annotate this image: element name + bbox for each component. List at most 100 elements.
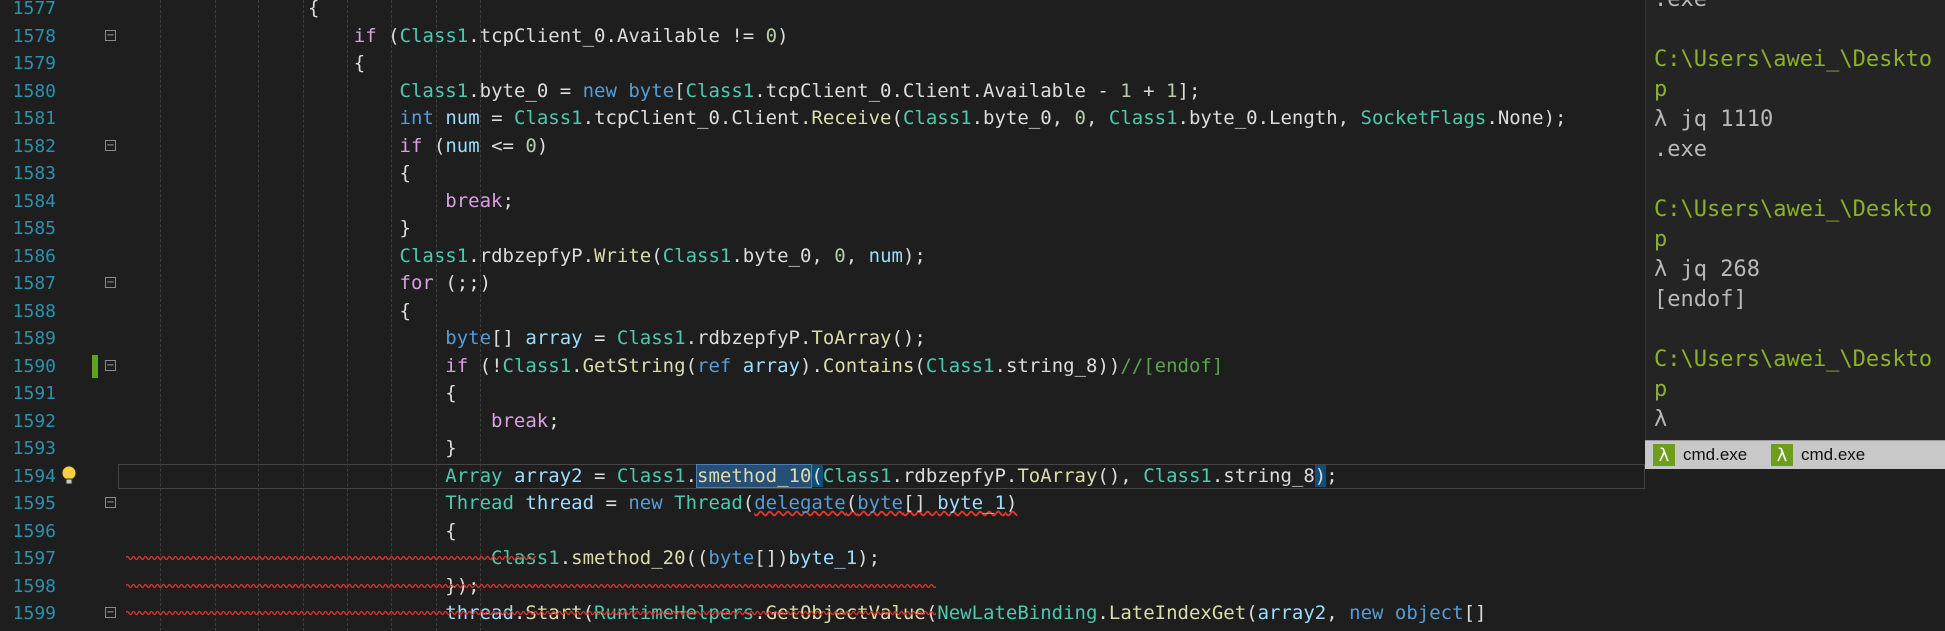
- code-token: .string_8: [1211, 464, 1315, 487]
- code-token: object: [1394, 602, 1464, 624]
- code-token: Array: [445, 464, 503, 487]
- indent-guide: [160, 0, 161, 631]
- line-number: 1591: [12, 383, 56, 404]
- code-text[interactable]: }: [125, 215, 411, 242]
- collapse-icon[interactable]: −: [105, 607, 116, 618]
- code-token: ;: [548, 409, 560, 432]
- code-token: array: [525, 327, 583, 349]
- code-token: byte: [708, 547, 755, 569]
- code-token: .rdbzepfyP.: [685, 327, 812, 349]
- line-number: 1599: [12, 603, 56, 624]
- code-token: int: [399, 107, 434, 129]
- code-token: .byte_0 =: [468, 79, 583, 102]
- terminal-path-line: C:\Users\awei_\Deskto: [1654, 197, 1933, 222]
- code-token: (: [891, 107, 903, 129]
- terminal-path-line: p: [1654, 77, 1668, 102]
- code-token: .: [605, 24, 617, 47]
- code-text[interactable]: {: [125, 160, 411, 187]
- code-token: thread: [525, 492, 595, 514]
- terminal-path-line: p: [1654, 227, 1668, 252]
- code-token: if: [399, 134, 423, 157]
- code-text[interactable]: {: [125, 0, 319, 22]
- terminal-tab[interactable]: λ cmd.exe: [1771, 443, 1865, 467]
- code-token: 0: [834, 244, 846, 267]
- code-line[interactable]: 1596 {: [0, 518, 1945, 545]
- code-token: {: [125, 52, 366, 74]
- code-token: byte_1: [937, 492, 1006, 514]
- code-token: []: [491, 327, 526, 349]
- code-token: Class1: [902, 107, 972, 129]
- code-text[interactable]: }: [125, 435, 456, 462]
- code-line[interactable]: 1595− Thread thread = new Thread(delegat…: [0, 490, 1945, 517]
- terminal-panel[interactable]: .exeC:\Users\awei_\Desktopλ jq 1110.exeC…: [1645, 0, 1945, 440]
- indent-guide: [258, 0, 259, 631]
- code-token: []: [1463, 602, 1487, 624]
- code-text[interactable]: int num = Class1.tcpClient_0.Client.Rece…: [125, 105, 1567, 132]
- code-token: 1: [1120, 79, 1132, 102]
- code-token: Class1: [662, 244, 732, 267]
- code-text[interactable]: Class1.byte_0 = new byte[Class1.tcpClien…: [125, 78, 1201, 105]
- code-text[interactable]: {: [125, 518, 456, 545]
- code-token: .rdbzepfyP.: [891, 464, 1018, 487]
- lightbulb-icon[interactable]: [60, 465, 78, 487]
- line-number: 1595: [12, 493, 56, 514]
- code-token: Contains: [822, 354, 915, 377]
- line-number: 1581: [12, 108, 56, 129]
- line-number: 1577: [12, 0, 56, 19]
- code-text[interactable]: {: [125, 380, 456, 407]
- line-number: 1585: [12, 218, 56, 239]
- code-text[interactable]: if (num <= 0): [125, 133, 549, 160]
- code-token: (: [685, 354, 698, 377]
- collapse-icon[interactable]: −: [105, 139, 116, 151]
- code-token: .rdbzepfyP.: [468, 244, 595, 267]
- terminal-output-line: .exe: [1654, 0, 1707, 15]
- code-text[interactable]: Array array2 = Class1.smethod_10(Class1.…: [125, 463, 1338, 490]
- indent-guide: [391, 0, 392, 631]
- code-token: =: [594, 492, 629, 514]
- line-number: 1590: [12, 355, 56, 377]
- code-text[interactable]: if (!Class1.GetString(ref array).Contain…: [125, 353, 1223, 380]
- code-text[interactable]: {: [125, 50, 365, 77]
- indent-guide: [347, 0, 348, 631]
- code-token: .: [571, 354, 583, 377]
- code-token: +: [1131, 79, 1167, 102]
- code-token: .: [1097, 602, 1109, 624]
- code-text[interactable]: break;: [125, 188, 514, 215]
- code-token: ,: [845, 244, 869, 267]
- code-token: break: [445, 189, 503, 212]
- line-number: 1598: [12, 575, 56, 597]
- code-token: ).: [800, 354, 823, 377]
- code-token: ];: [1177, 79, 1201, 102]
- code-token: ): [536, 134, 549, 157]
- collapse-icon[interactable]: −: [105, 29, 116, 41]
- code-token: []): [754, 547, 789, 569]
- code-text[interactable]: {: [125, 298, 411, 325]
- code-text[interactable]: break;: [125, 408, 560, 435]
- code-token: 0: [1074, 107, 1086, 129]
- code-token: Class1: [1108, 107, 1178, 129]
- code-line[interactable]: 1600 {: [0, 628, 1945, 631]
- code-text[interactable]: {: [125, 628, 456, 631]
- collapse-icon[interactable]: −: [105, 277, 116, 288]
- code-token: (: [1246, 602, 1258, 624]
- terminal-path-line: C:\Users\awei_\Deskto: [1654, 347, 1933, 372]
- collapse-icon[interactable]: −: [105, 359, 116, 371]
- terminal-tab[interactable]: λ cmd.exe: [1653, 443, 1747, 467]
- code-text[interactable]: byte[] array = Class1.rdbzepfyP.ToArray(…: [125, 325, 926, 352]
- code-token: Class1: [502, 354, 572, 377]
- code-token: ,: [1085, 107, 1109, 129]
- code-token: .tcpClient_0.Client.: [582, 107, 812, 129]
- code-text[interactable]: Class1.rdbzepfyP.Write(Class1.byte_0, 0,…: [125, 243, 926, 270]
- code-text[interactable]: if (Class1.tcpClient_0.Available != 0): [125, 23, 789, 50]
- lambda-icon: λ: [1771, 444, 1793, 466]
- code-token: ;: [502, 189, 514, 212]
- code-token: smethod_10: [696, 463, 813, 488]
- collapse-icon[interactable]: −: [105, 497, 116, 508]
- code-token: ref: [697, 354, 732, 377]
- terminal-tab-bar: λ cmd.exe λ cmd.exe: [1645, 440, 1945, 469]
